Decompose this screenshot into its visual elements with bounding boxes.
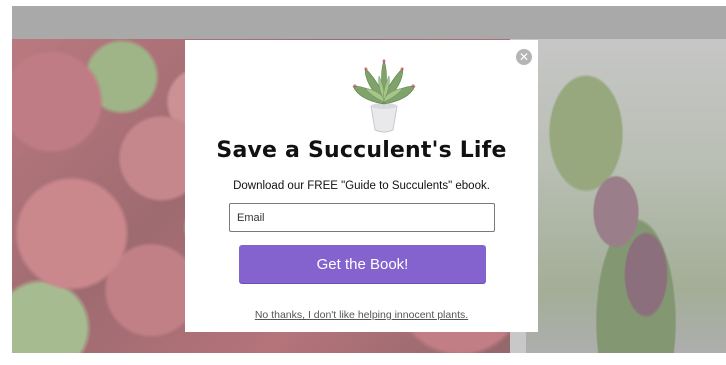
page-header-overlay bbox=[12, 6, 726, 39]
decline-link[interactable]: No thanks, I don't like helping innocent… bbox=[185, 309, 538, 321]
email-field[interactable] bbox=[229, 203, 495, 232]
get-the-book-button[interactable]: Get the Book! bbox=[239, 245, 486, 283]
page-footer bbox=[12, 353, 726, 365]
close-icon[interactable]: ✕ bbox=[516, 49, 532, 65]
popup-subtitle: Download our FREE "Guide to Succulents" … bbox=[233, 180, 490, 192]
succulent-boot-photo-right bbox=[526, 39, 726, 353]
popup-title: Save a Succulent's Life bbox=[216, 138, 507, 163]
page-margin bbox=[0, 0, 12, 365]
potted-succulent-icon bbox=[352, 58, 416, 133]
